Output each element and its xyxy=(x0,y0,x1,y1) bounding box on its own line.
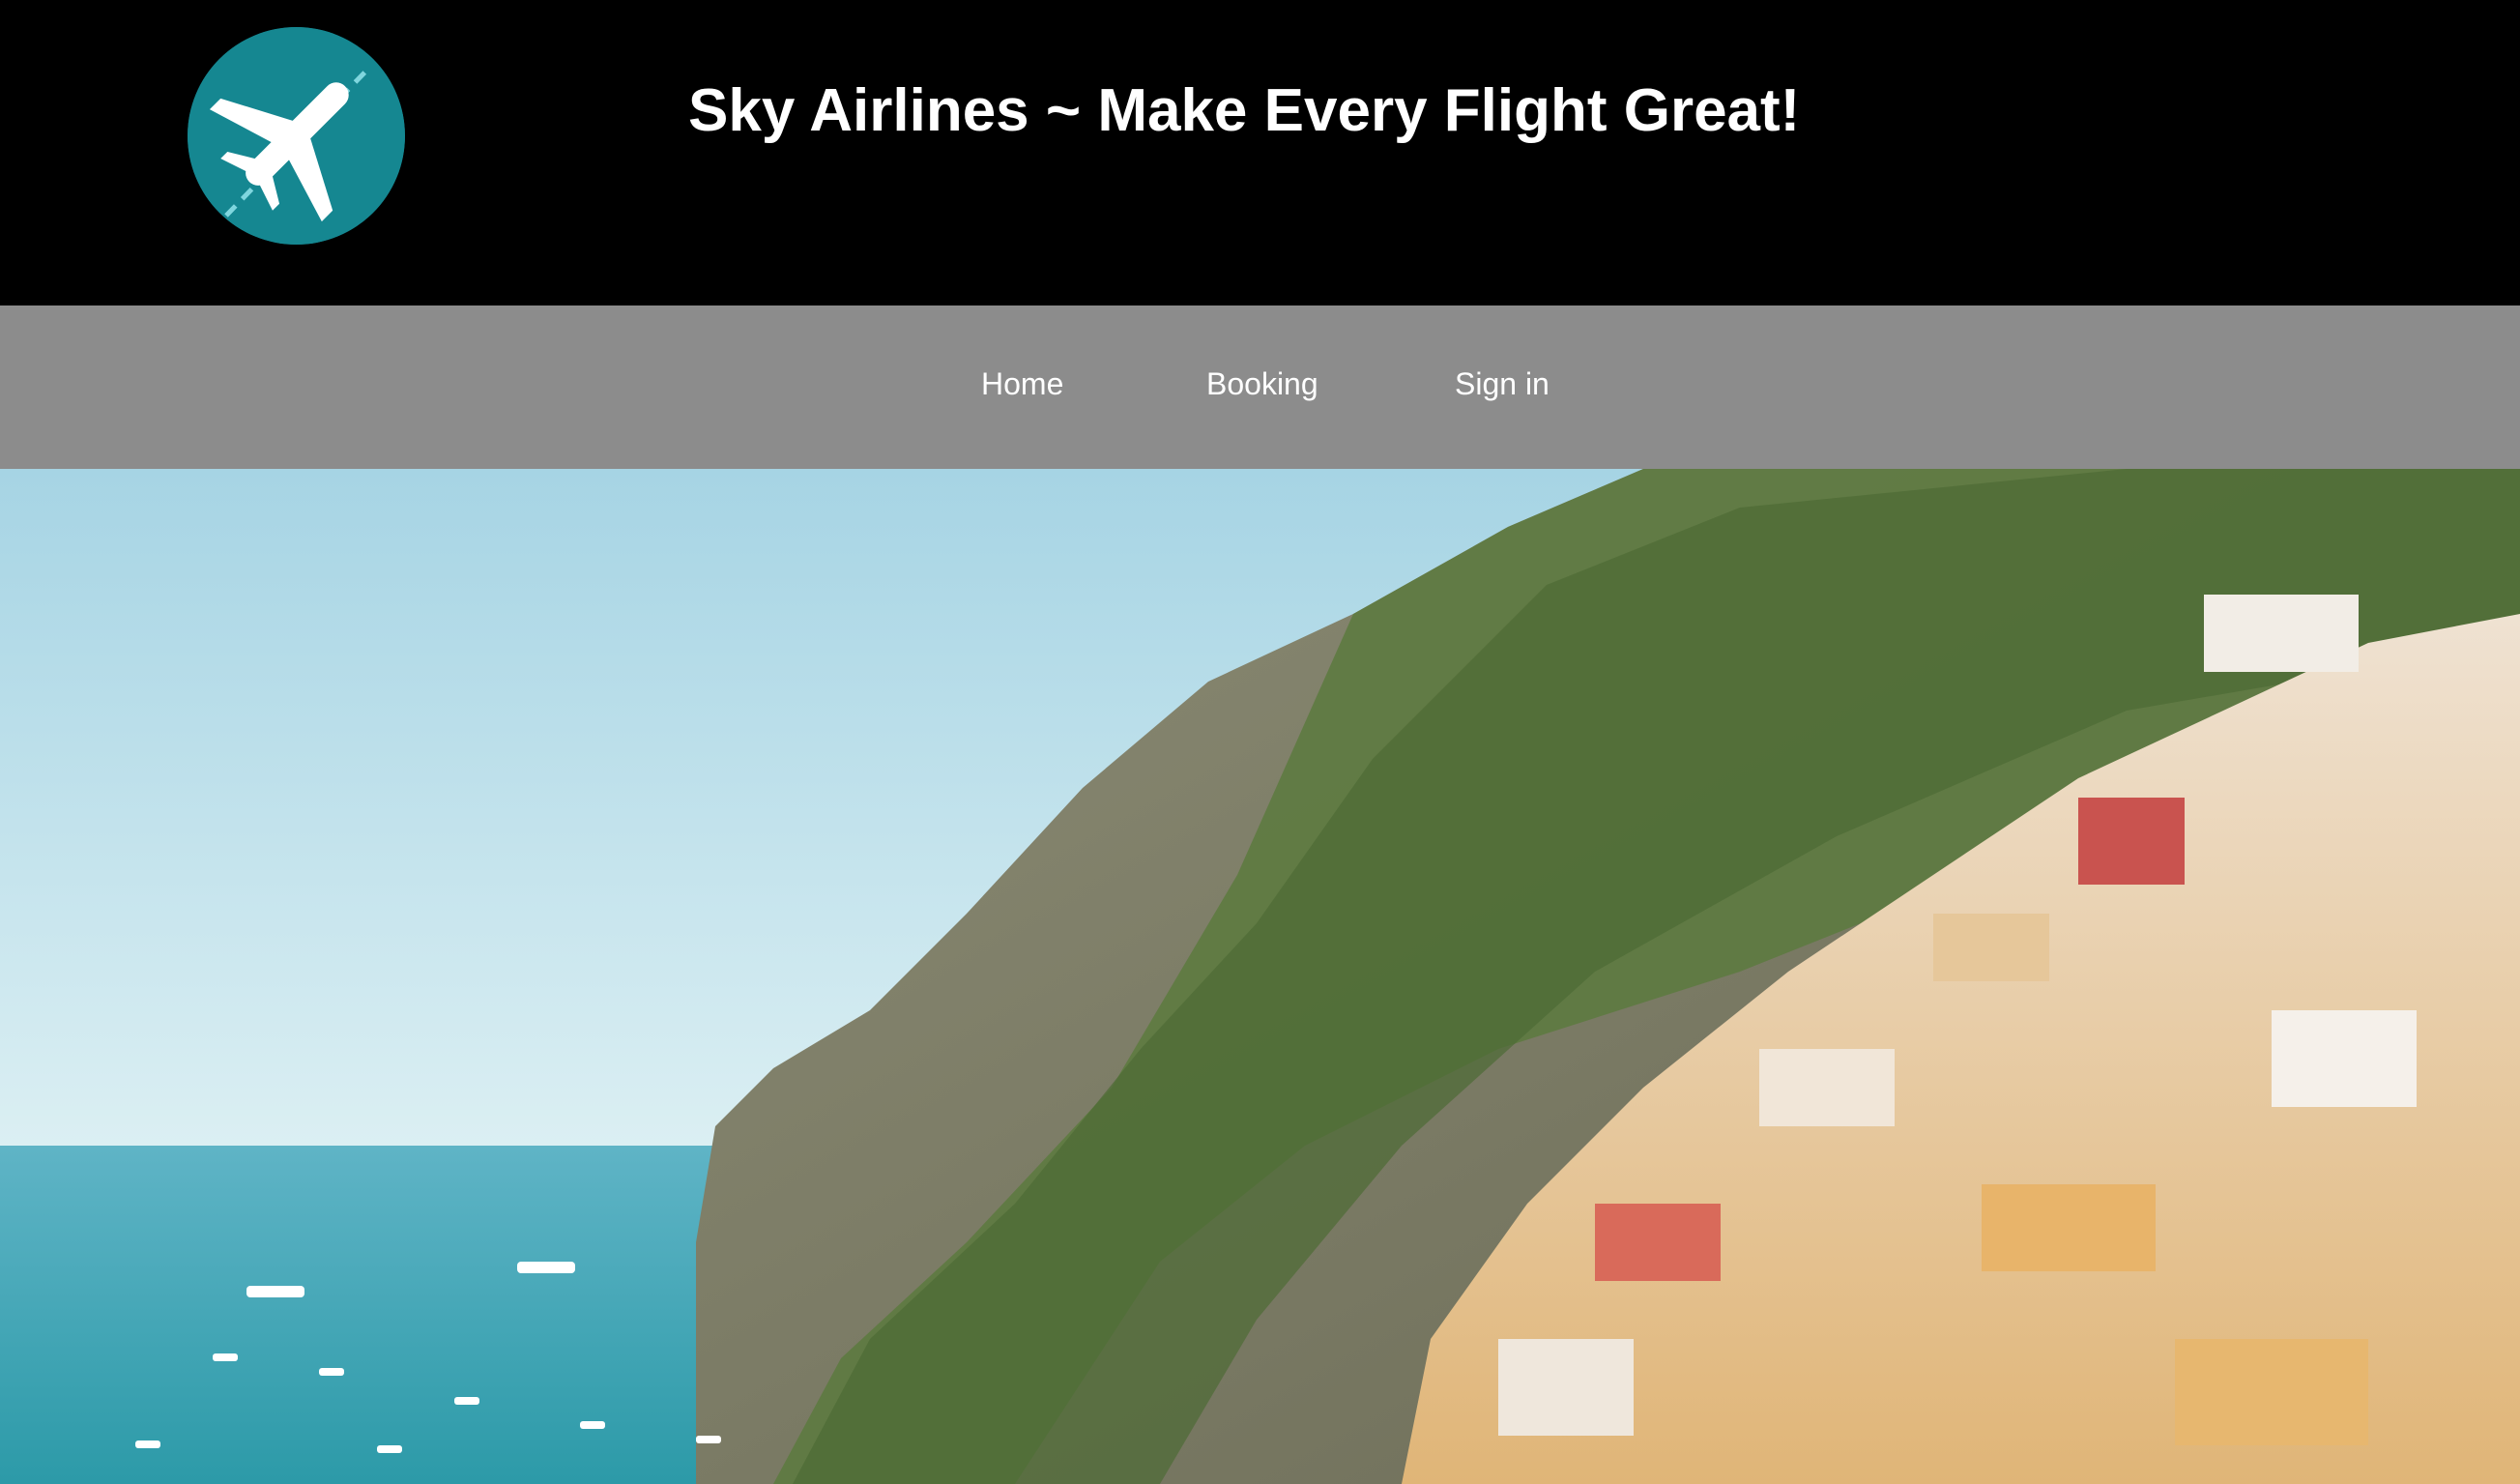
nav-home-link[interactable]: Home xyxy=(981,365,1063,402)
site-title: Sky Airlines ~ Make Every Flight Great! xyxy=(688,77,1801,144)
hero-image xyxy=(0,469,2520,1484)
site-header: Sky Airlines ~ Make Every Flight Great! xyxy=(0,0,2520,306)
nav-sign-in-link[interactable]: Sign in xyxy=(1455,365,1550,402)
nav-booking-link[interactable]: Booking xyxy=(1206,365,1318,402)
page: Sky Airlines ~ Make Every Flight Great! … xyxy=(0,0,2520,1484)
main-nav: Home Booking Sign in xyxy=(0,306,2520,469)
airplane-icon[interactable] xyxy=(188,27,405,245)
